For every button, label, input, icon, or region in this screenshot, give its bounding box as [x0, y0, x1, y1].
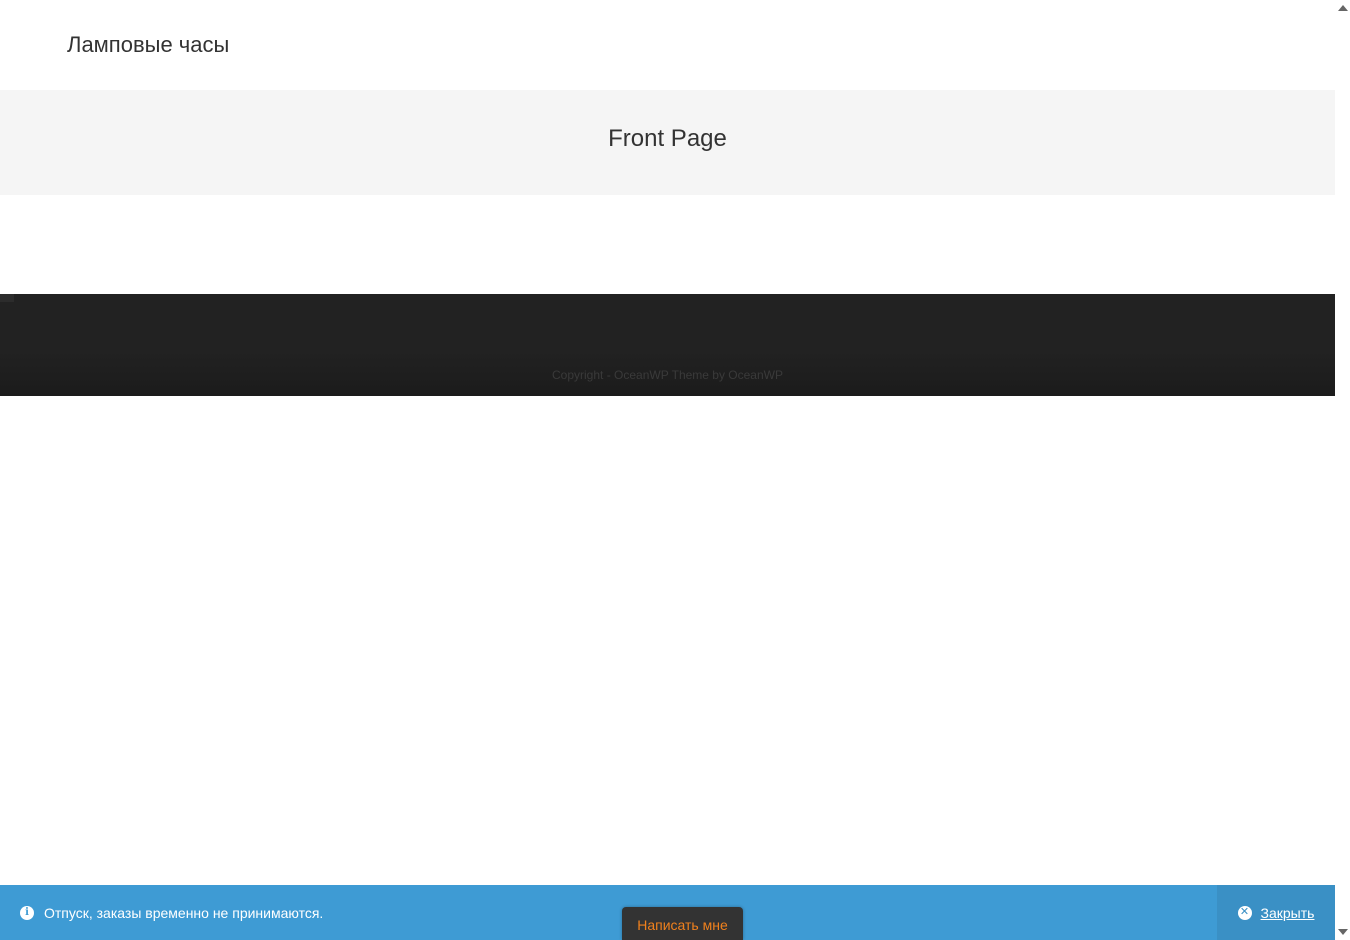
dismiss-notice-label[interactable]: Закрыть [1261, 905, 1315, 921]
site-header: Ламповые часы [0, 0, 1335, 90]
info-icon: i [20, 905, 34, 920]
site-title-link[interactable]: Ламповые часы [67, 32, 229, 58]
browser-viewport: Ламповые часы Front Page Copyright - Oce… [0, 0, 1350, 940]
scrollbar-thumb[interactable] [1338, 16, 1347, 924]
contact-chat-button[interactable]: Написать мне [622, 907, 743, 940]
store-notice-text: Отпуск, заказы временно не принимаются. [44, 904, 324, 921]
scroll-down-arrow-icon[interactable] [1338, 929, 1348, 935]
page: Ламповые часы Front Page Copyright - Oce… [0, 0, 1335, 940]
site-footer: Copyright - OceanWP Theme by OceanWP [0, 294, 1335, 396]
vertical-scrollbar[interactable] [1335, 0, 1350, 940]
main-content [0, 195, 1335, 294]
close-circle-icon: ✕ [1237, 905, 1252, 920]
scroll-up-arrow-icon[interactable] [1338, 5, 1348, 11]
dismiss-notice-button[interactable]: ✕ Закрыть [1217, 885, 1335, 940]
footer-corner-decoration [0, 294, 14, 302]
page-title: Front Page [608, 124, 727, 152]
footer-copyright: Copyright - OceanWP Theme by OceanWP [552, 368, 783, 382]
page-header: Front Page [0, 90, 1335, 195]
